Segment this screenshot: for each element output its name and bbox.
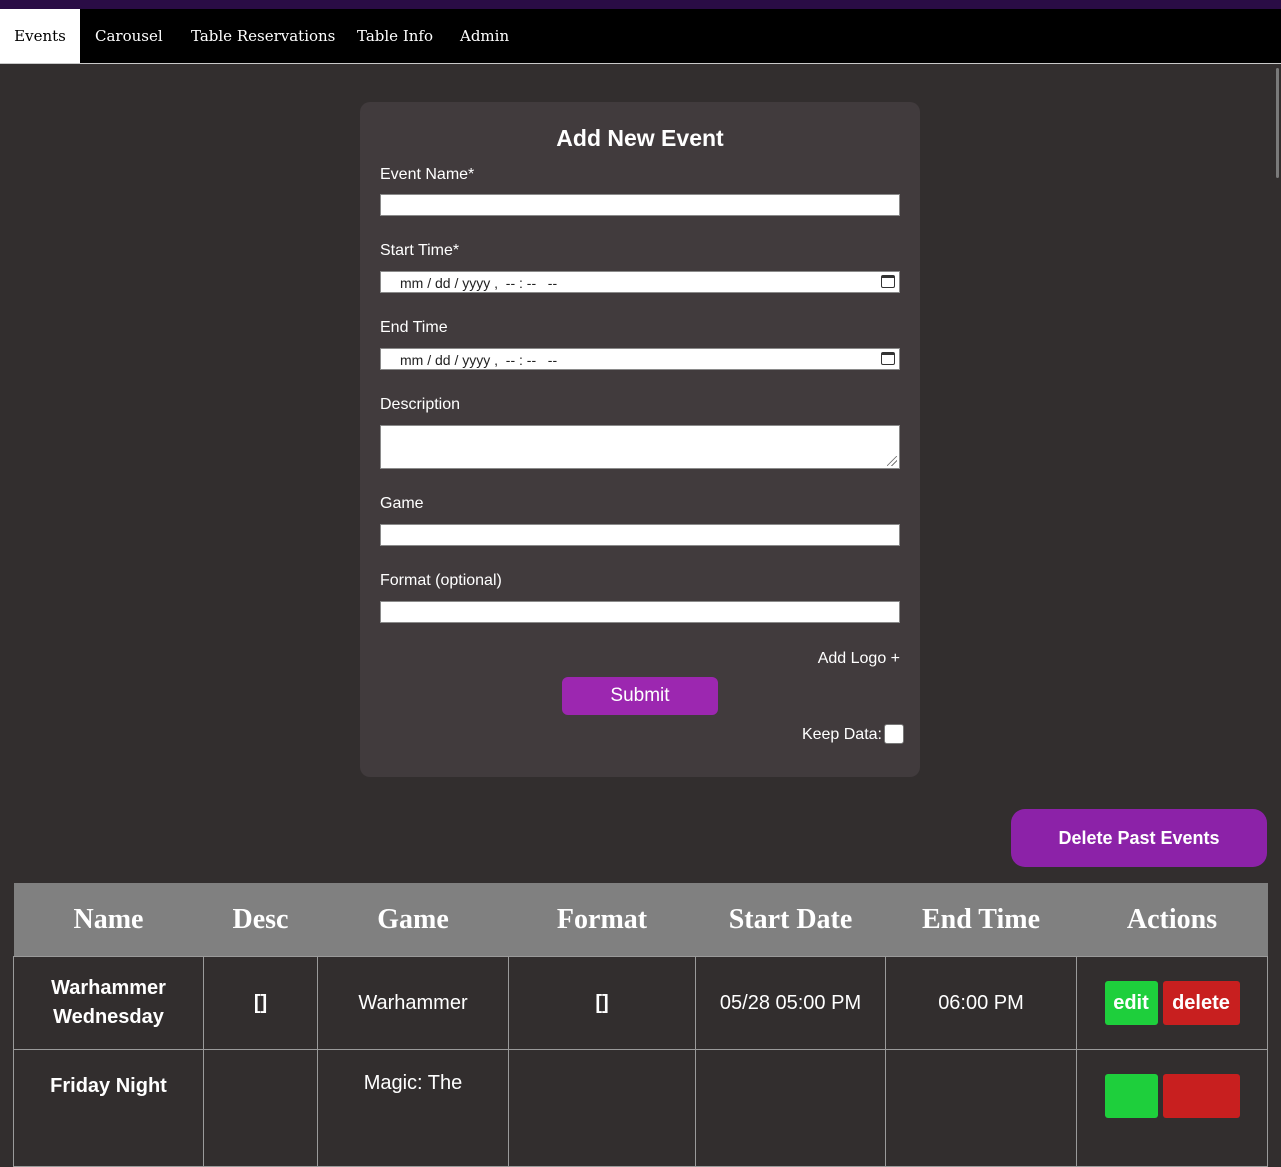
calendar-icon[interactable] <box>881 275 895 288</box>
delete-button[interactable]: delete <box>1162 981 1240 1025</box>
description-textarea[interactable] <box>380 425 900 469</box>
nav-tab-table-reservations[interactable]: Table Reservations <box>191 9 335 63</box>
form-title: Add New Event <box>556 125 724 151</box>
cell-format: [] <box>508 956 696 1050</box>
start-time-label: Start Time* <box>380 242 460 259</box>
top-accent-bar <box>0 0 1281 9</box>
events-table: Name Desc Game Format Start Date End Tim… <box>13 883 1268 1167</box>
end-time-input[interactable]: mm / dd / yyyy , -- : -- -- <box>380 348 900 370</box>
cell-end-time: 06:00 PM <box>885 956 1077 1050</box>
header-end-time: End Time <box>885 883 1077 957</box>
keep-data-checkbox[interactable] <box>884 724 904 744</box>
header-desc: Desc <box>203 883 318 957</box>
start-time-input[interactable]: mm / dd / yyyy , -- : -- -- <box>380 271 900 293</box>
page-scrollbar[interactable] <box>1271 64 1281 1088</box>
submit-button[interactable]: Submit <box>562 677 718 715</box>
format-label: Format (optional) <box>380 572 502 589</box>
delete-button[interactable] <box>1162 1074 1240 1118</box>
end-time-placeholder: mm / dd / yyyy , -- : -- -- <box>400 352 558 368</box>
nav-tab-carousel[interactable]: Carousel <box>95 9 163 63</box>
add-logo-link[interactable]: Add Logo + <box>818 650 900 668</box>
cell-actions: edit delete <box>1076 956 1268 1050</box>
table-row: Friday Night Magic: The <box>13 1049 1268 1167</box>
event-name-input[interactable] <box>380 194 900 216</box>
nav-tab-table-info[interactable]: Table Info <box>357 9 433 63</box>
resize-grip-icon[interactable] <box>887 456 897 466</box>
cell-format <box>508 1049 696 1167</box>
edit-button[interactable] <box>1104 1074 1158 1118</box>
header-game: Game <box>317 883 509 957</box>
cell-start-date <box>695 1049 886 1167</box>
header-format: Format <box>508 883 696 957</box>
keep-data-label: Keep Data: <box>801 726 882 743</box>
header-start-date: Start Date <box>695 883 886 957</box>
cell-desc <box>203 1049 318 1167</box>
event-name-label: Event Name* <box>380 166 475 183</box>
add-event-form: Add New Event Event Name* Start Time* mm… <box>360 102 920 777</box>
cell-desc: [] <box>203 956 318 1050</box>
description-label: Description <box>380 396 461 413</box>
calendar-icon[interactable] <box>881 352 895 365</box>
navigation-bar: Events Carousel Table Reservations Table… <box>0 9 1281 64</box>
cell-game: Magic: The <box>317 1049 509 1167</box>
cell-name: Warhammer Wednesday <box>13 956 204 1050</box>
table-row: Warhammer Wednesday [] Warhammer [] 05/2… <box>13 956 1268 1050</box>
end-time-label: End Time <box>380 319 448 336</box>
game-label: Game <box>380 495 424 512</box>
format-input[interactable] <box>380 601 900 623</box>
nav-tab-events[interactable]: Events <box>0 9 80 63</box>
cell-name: Friday Night <box>13 1049 204 1167</box>
cell-start-date: 05/28 05:00 PM <box>695 956 886 1050</box>
cell-end-time <box>885 1049 1077 1167</box>
scrollbar-thumb[interactable] <box>1276 68 1279 178</box>
cell-game: Warhammer <box>317 956 509 1050</box>
game-input[interactable] <box>380 524 900 546</box>
cell-actions <box>1076 1049 1268 1167</box>
table-header-row: Name Desc Game Format Start Date End Tim… <box>13 883 1268 957</box>
nav-tab-admin[interactable]: Admin <box>460 9 509 63</box>
delete-past-events-button[interactable]: Delete Past Events <box>1011 809 1267 867</box>
edit-button[interactable]: edit <box>1104 981 1158 1025</box>
header-name: Name <box>13 883 204 957</box>
name-line: Wednesday <box>53 1006 164 1028</box>
start-time-placeholder: mm / dd / yyyy , -- : -- -- <box>400 275 558 291</box>
header-actions: Actions <box>1076 883 1268 957</box>
name-line: Warhammer <box>51 977 166 999</box>
